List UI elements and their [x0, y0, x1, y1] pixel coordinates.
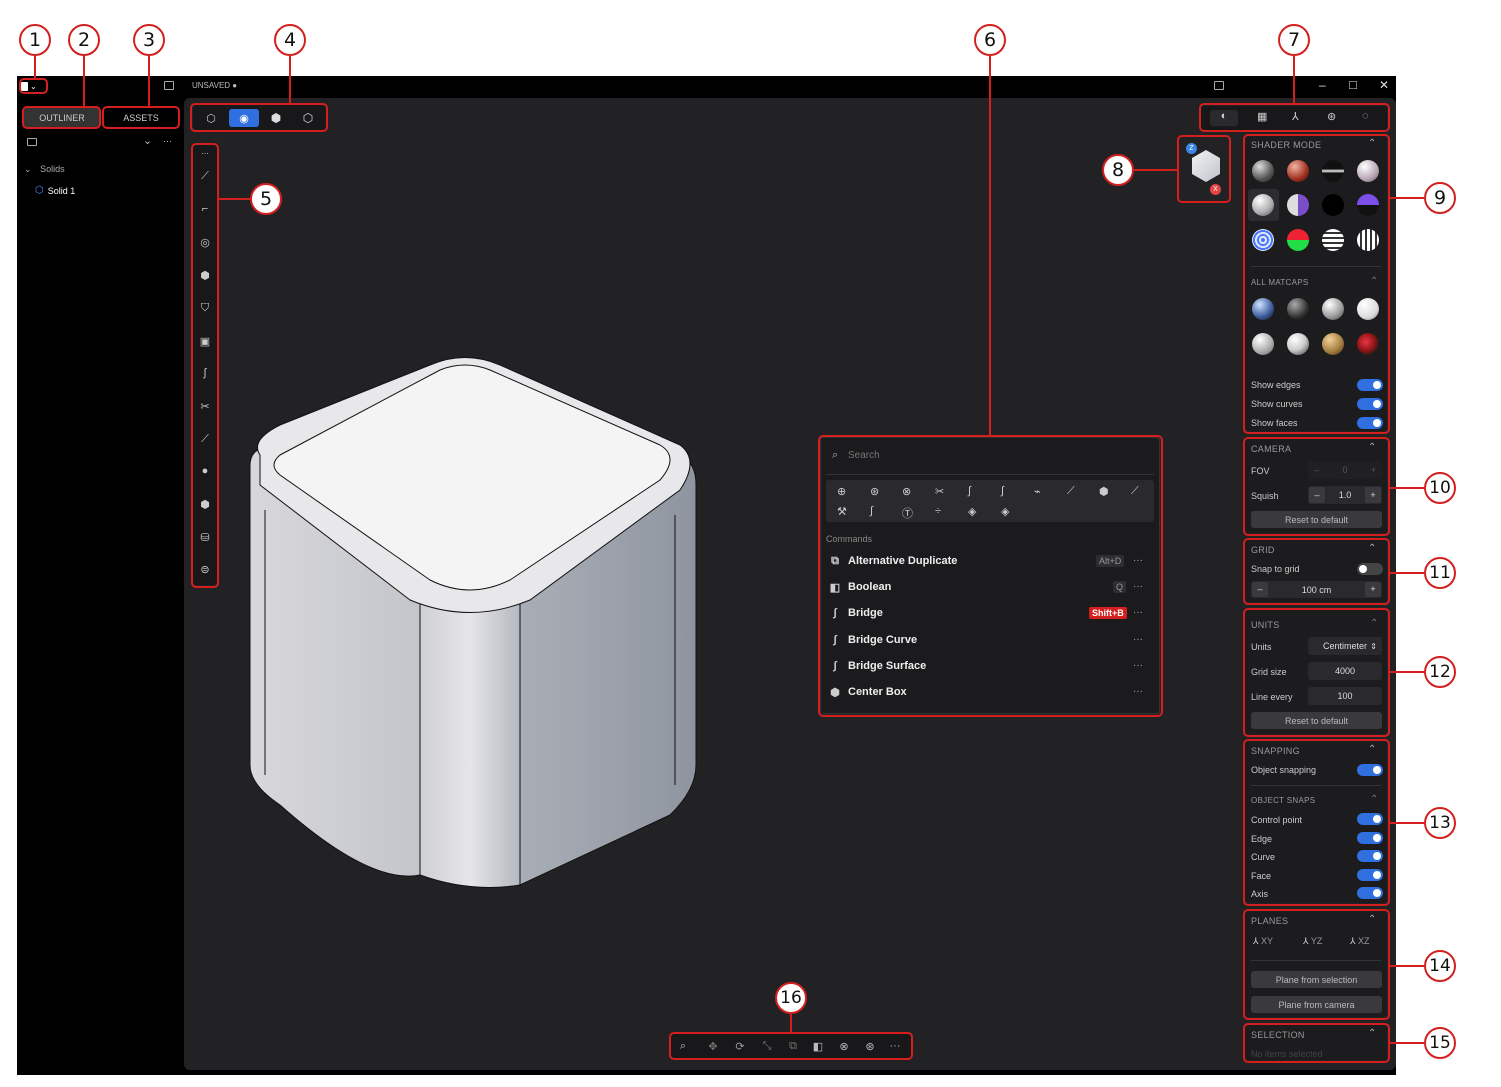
leader-line — [34, 56, 36, 78]
highlight-box — [1243, 437, 1390, 536]
callout-15: 15 — [1424, 1027, 1456, 1059]
callout-1: 1 — [19, 24, 51, 56]
item-label: Solid 1 — [47, 185, 76, 196]
highlight-box — [1177, 135, 1231, 203]
callout-8: 8 — [1102, 154, 1134, 186]
callout-13: 13 — [1424, 807, 1456, 839]
close-button[interactable]: ✕ — [1379, 78, 1389, 92]
callout-5: 5 — [250, 183, 282, 215]
callout-4: 4 — [274, 24, 306, 56]
leader-line — [1390, 671, 1424, 673]
leader-line — [289, 56, 291, 103]
callout-14: 14 — [1424, 950, 1456, 982]
callout-6: 6 — [974, 24, 1006, 56]
panel-toggle-icon[interactable] — [1214, 81, 1224, 90]
leader-line — [989, 56, 991, 435]
document-title: UNSAVED ● — [192, 81, 238, 90]
highlight-box — [1243, 134, 1390, 434]
highlight-box — [19, 78, 48, 94]
highlight-box — [190, 103, 328, 132]
leader-line — [83, 56, 85, 106]
highlight-box — [818, 435, 1163, 717]
left-panel — [17, 98, 184, 1075]
title-bar: ⌄ UNSAVED ● – □ ✕ — [17, 76, 1396, 98]
highlight-box — [1243, 739, 1390, 906]
highlight-box — [1243, 909, 1390, 1020]
more-icon[interactable]: ··· — [163, 136, 172, 146]
leader-line — [1390, 487, 1424, 489]
callout-7: 7 — [1278, 24, 1310, 56]
chevron-down-icon: ⌄ — [24, 164, 32, 174]
callout-12: 12 — [1424, 656, 1456, 688]
highlight-box — [1243, 608, 1390, 737]
highlight-box — [102, 106, 180, 129]
callout-9: 9 — [1424, 182, 1456, 214]
outliner-group[interactable]: ⌄ Solids — [24, 164, 65, 175]
highlight-box — [191, 143, 219, 588]
leader-line — [1390, 822, 1424, 824]
leader-line — [1390, 965, 1424, 967]
leader-line — [1390, 1042, 1424, 1044]
callout-2: 2 — [68, 24, 100, 56]
minimize-button[interactable]: – — [1319, 78, 1326, 92]
cube-icon: ⬡ — [35, 185, 44, 196]
new-folder-icon[interactable] — [27, 138, 37, 146]
callout-16: 16 — [775, 982, 807, 1014]
group-label: Solids — [40, 164, 65, 174]
sidebar-toggle-icon[interactable] — [164, 81, 174, 90]
leader-line — [790, 1014, 792, 1032]
leader-line — [1293, 56, 1295, 103]
leader-line — [1390, 572, 1424, 574]
leader-line — [1134, 169, 1177, 171]
highlight-box — [1243, 538, 1390, 605]
callout-11: 11 — [1424, 557, 1456, 589]
callout-10: 10 — [1424, 472, 1456, 504]
callout-3: 3 — [133, 24, 165, 56]
leader-line — [1390, 197, 1424, 199]
collapse-icon[interactable]: ⌄ — [143, 134, 152, 147]
leader-line — [148, 56, 150, 106]
maximize-button[interactable]: □ — [1349, 77, 1357, 92]
highlight-box — [1199, 103, 1390, 132]
outliner-item-solid[interactable]: ⬡ Solid 1 — [35, 185, 75, 196]
highlight-box — [1243, 1023, 1390, 1063]
highlight-box — [22, 106, 101, 129]
highlight-box — [669, 1032, 913, 1060]
leader-line — [219, 198, 250, 200]
rounded-cube-model[interactable] — [240, 345, 710, 890]
